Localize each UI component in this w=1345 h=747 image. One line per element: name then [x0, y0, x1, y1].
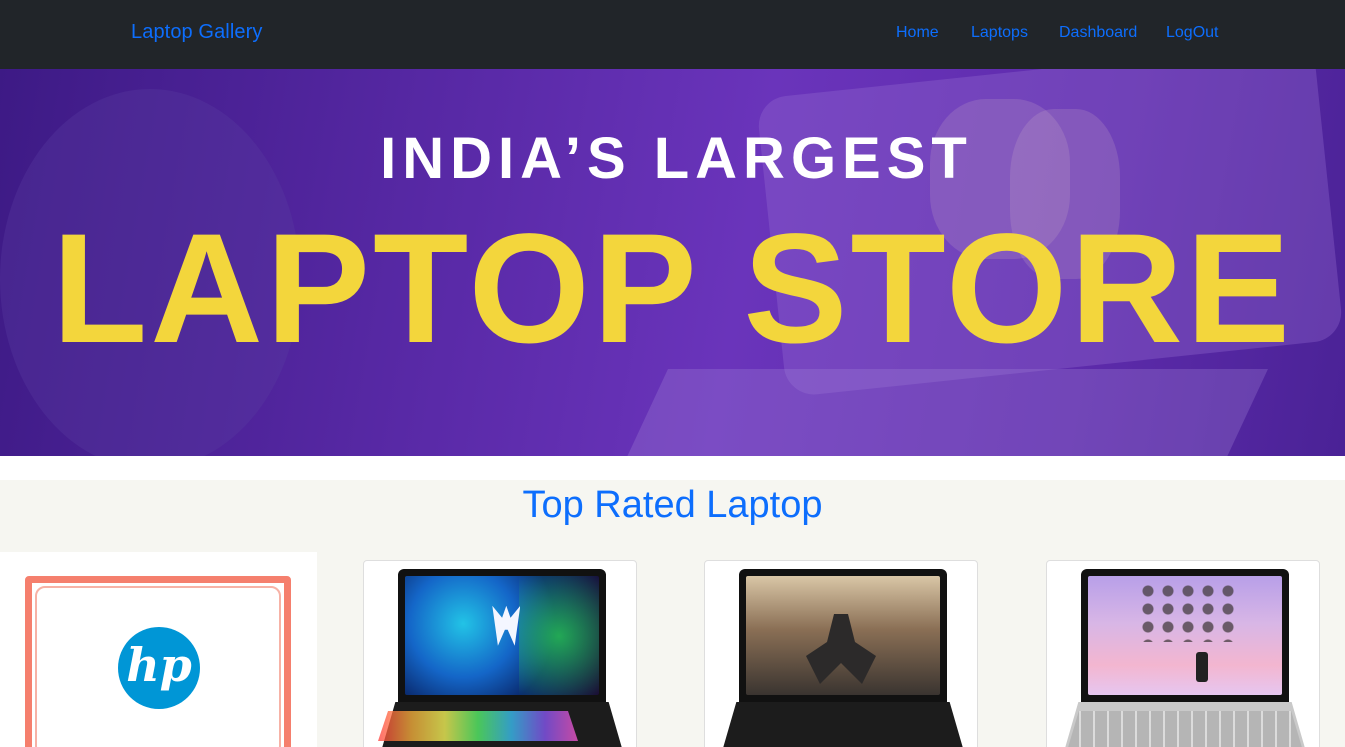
nav-link-home[interactable]: Home [896, 24, 939, 42]
nav-link-logout[interactable]: LogOut [1166, 24, 1218, 42]
rgb-keyboard [378, 711, 578, 741]
hp-logo-icon: hp [118, 627, 200, 709]
hero-subtitle: INDIA’S LARGEST [380, 126, 973, 191]
acer-laptop-image [746, 576, 940, 695]
laptop-screen [398, 569, 606, 702]
navbar: Laptop Gallery Home Laptops Dashboard Lo… [0, 0, 1345, 69]
nav-links: Home Laptops Dashboard LogOut [0, 24, 1345, 46]
nav-link-laptops[interactable]: Laptops [971, 24, 1028, 42]
laptop-keyboard-base [719, 702, 967, 747]
laptop-card-gaming[interactable] [363, 560, 637, 747]
laptop-card-hp[interactable]: hp [0, 552, 317, 747]
nav-link-dashboard[interactable]: Dashboard [1059, 24, 1137, 42]
section-title: Top Rated Laptop [522, 484, 823, 526]
lenovo-laptop-image [1088, 576, 1282, 695]
silver-keyboard [1067, 711, 1303, 747]
laptop-screen [739, 569, 947, 702]
hero-title: LAPTOP STORE [52, 202, 1293, 376]
hero-banner: INDIA’S LARGEST LAPTOP STORE [0, 69, 1345, 456]
laptop-screen [1081, 569, 1289, 702]
top-rated-section: Top Rated Laptop hp [0, 480, 1345, 747]
gaming-laptop-image [405, 576, 599, 695]
hero-keyboard-shape [612, 369, 1268, 456]
laptop-card-acer[interactable] [704, 560, 978, 747]
laptop-card-lenovo[interactable] [1046, 560, 1320, 747]
